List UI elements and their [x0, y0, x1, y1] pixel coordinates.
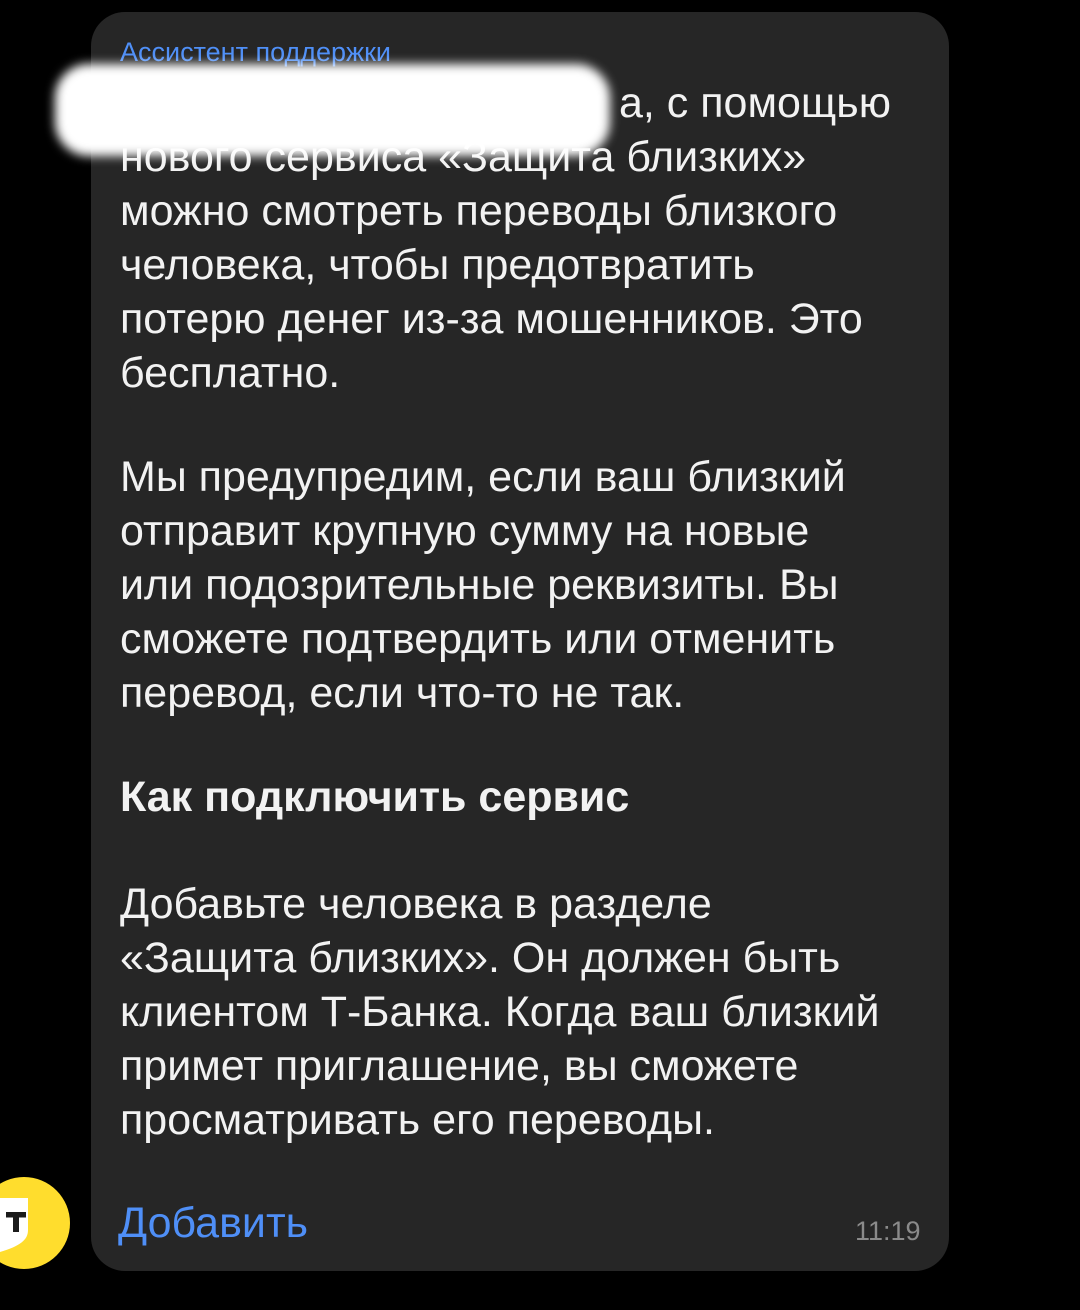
message-line: отправит крупную сумму на новые [120, 507, 810, 555]
message-line: клиентом Т-Банка. Когда ваш близкий [120, 988, 880, 1036]
redaction-overlay [55, 64, 610, 156]
message-line: просматривать его переводы. [120, 1096, 715, 1144]
message-line: Мы предупредим, если ваш близкий [120, 453, 846, 501]
message-line: можно смотреть переводы близкого [120, 187, 838, 235]
message-line: или подозрительные реквизиты. Вы [120, 561, 839, 609]
message-line: перевод, если что-то не так. [120, 669, 685, 717]
message-line: бесплатно. [120, 349, 341, 397]
section-heading: Как подключить сервис [120, 773, 630, 821]
message-line: примет приглашение, вы сможете [120, 1042, 799, 1090]
message-timestamp: 11:19 [855, 1216, 921, 1246]
message-line: человека, чтобы предотвратить [120, 241, 755, 289]
message-line: «Защита близких». Он должен быть [120, 934, 841, 982]
add-button[interactable]: Добавить [118, 1196, 308, 1250]
message-paragraph-3: Добавьте человека в разделе «Защита близ… [120, 877, 935, 1147]
message-paragraph-2: Мы предупредим, если ваш близкий отправи… [120, 450, 935, 720]
tbank-shield-logo-icon [0, 1198, 28, 1252]
message-line: Добавьте человека в разделе [120, 880, 712, 928]
message-line: потерю денег из-за мошенников. Это [120, 295, 863, 343]
message-line: сможете подтвердить или отменить [120, 615, 836, 663]
